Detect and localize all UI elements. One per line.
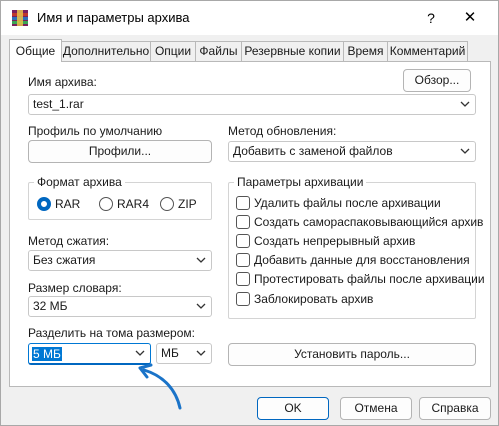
general-tab-panel: Имя архива: Обзор... test_1.rar Профиль …: [9, 61, 491, 387]
checkbox-recovery[interactable]: [236, 253, 250, 267]
default-profile-label: Профиль по умолчанию: [28, 124, 163, 138]
compression-method-value: Без сжатия: [33, 253, 96, 267]
tab-options[interactable]: Опции: [150, 41, 196, 61]
radio-zip-label[interactable]: ZIP: [178, 197, 197, 211]
radio-rar4-label[interactable]: RAR4: [117, 197, 149, 211]
tab-backup[interactable]: Резервные копии: [241, 41, 344, 61]
radio-rar-label[interactable]: RAR: [55, 197, 80, 211]
tab-comment[interactable]: Комментарий: [387, 41, 468, 61]
chevron-down-icon: [460, 148, 470, 154]
archive-name-label: Имя архива:: [28, 75, 97, 89]
archive-name-value: test_1.rar: [33, 97, 84, 111]
close-icon[interactable]: ✕: [453, 5, 487, 31]
tab-general[interactable]: Общие: [9, 39, 62, 62]
checkbox-delete-files[interactable]: [236, 196, 250, 210]
chevron-down-icon: [460, 101, 470, 107]
compression-method-label: Метод сжатия:: [28, 234, 110, 248]
tab-advanced[interactable]: Дополнительно: [61, 41, 151, 61]
dictionary-size-combo[interactable]: 32 МБ: [28, 296, 212, 317]
checkbox-test[interactable]: [236, 272, 250, 286]
checkbox-recovery-label[interactable]: Добавить данные для восстановления: [254, 253, 470, 267]
archive-name-combo[interactable]: test_1.rar: [28, 94, 476, 115]
chevron-down-icon: [135, 350, 145, 356]
window-title: Имя и параметры архива: [37, 10, 190, 25]
update-method-combo[interactable]: Добавить с заменой файлов: [228, 141, 476, 162]
split-size-value[interactable]: 5 МБ: [32, 347, 62, 361]
checkbox-solid-label[interactable]: Создать непрерывный архив: [254, 234, 415, 248]
checkbox-lock-label[interactable]: Заблокировать архив: [254, 292, 373, 306]
update-method-label: Метод обновления:: [228, 124, 337, 138]
radio-rar[interactable]: [37, 197, 51, 211]
profiles-button[interactable]: Профили...: [28, 140, 212, 163]
archiving-options-title: Параметры архивации: [234, 175, 367, 189]
set-password-button[interactable]: Установить пароль...: [228, 343, 476, 366]
tab-time[interactable]: Время: [343, 41, 388, 61]
checkbox-sfx[interactable]: [236, 215, 250, 229]
chevron-down-icon: [196, 257, 206, 263]
title-bar: Имя и параметры архива ? ✕: [1, 1, 498, 35]
compression-method-combo[interactable]: Без сжатия: [28, 250, 212, 271]
dictionary-size-value: 32 МБ: [33, 299, 68, 313]
checkbox-delete-files-label[interactable]: Удалить файлы после архивации: [254, 196, 441, 210]
browse-button[interactable]: Обзор...: [403, 69, 471, 92]
annotation-arrow-icon: [138, 363, 182, 410]
ok-button[interactable]: OK: [257, 397, 329, 420]
archive-format-title: Формат архива: [34, 175, 125, 189]
tab-strip: Общие Дополнительно Опции Файлы Резервны…: [9, 39, 491, 62]
cancel-button[interactable]: Отмена: [340, 397, 412, 420]
chevron-down-icon: [196, 303, 206, 309]
checkbox-lock[interactable]: [236, 292, 250, 306]
help-button[interactable]: Справка: [419, 397, 491, 420]
update-method-value: Добавить с заменой файлов: [233, 144, 393, 158]
winrar-app-icon: [12, 10, 28, 26]
split-volumes-label: Разделить на тома размером:: [28, 326, 195, 340]
dictionary-size-label: Размер словаря:: [28, 281, 122, 295]
split-unit-value: МБ: [161, 346, 179, 360]
archive-dialog: Имя и параметры архива ? ✕ Общие Дополни…: [0, 0, 499, 426]
checkbox-test-label[interactable]: Протестировать файлы после архивации: [254, 272, 485, 286]
checkbox-sfx-label[interactable]: Создать самораспаковывающийся архив: [254, 215, 483, 229]
tab-files[interactable]: Файлы: [195, 41, 242, 61]
radio-rar4[interactable]: [99, 197, 113, 211]
split-unit-combo[interactable]: МБ: [156, 343, 212, 364]
radio-zip[interactable]: [160, 197, 174, 211]
split-size-combo[interactable]: 5 МБ: [28, 343, 151, 365]
help-question-icon[interactable]: ?: [417, 5, 445, 31]
checkbox-solid[interactable]: [236, 234, 250, 248]
chevron-down-icon: [196, 350, 206, 356]
